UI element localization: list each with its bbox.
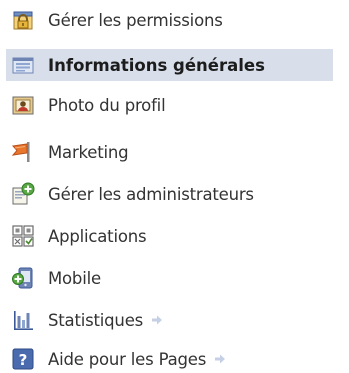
menu-item-label: Applications bbox=[48, 226, 147, 246]
profile-photo-icon bbox=[11, 93, 35, 117]
menu-item-label: Informations générales bbox=[48, 55, 265, 75]
statistics-bars-icon bbox=[11, 308, 35, 332]
menu-item-label: Gérer les permissions bbox=[48, 10, 223, 30]
menu-item-profile-photo[interactable]: Photo du profil bbox=[6, 89, 333, 121]
menu-item-pages-help[interactable]: ? Aide pour les Pages bbox=[6, 343, 333, 373]
page-settings-menu: Gérer les permissions Informations génér… bbox=[0, 0, 349, 373]
arrow-right-icon bbox=[151, 314, 163, 326]
svg-text:?: ? bbox=[19, 351, 28, 369]
menu-item-general-information[interactable]: Informations générales bbox=[6, 49, 333, 81]
menu-item-marketing[interactable]: Marketing bbox=[6, 136, 333, 168]
mobile-phone-icon bbox=[11, 266, 35, 290]
menu-item-label: Mobile bbox=[48, 268, 101, 288]
menu-item-label: Gérer les administrateurs bbox=[48, 184, 254, 204]
marketing-flag-icon bbox=[11, 140, 35, 164]
menu-item-statistics[interactable]: Statistiques bbox=[6, 304, 333, 336]
menu-item-label: Photo du profil bbox=[48, 95, 166, 115]
menu-item-manage-administrators[interactable]: Gérer les administrateurs bbox=[6, 178, 333, 210]
menu-item-label: Statistiques bbox=[48, 310, 144, 330]
help-question-icon: ? bbox=[11, 347, 35, 371]
applications-grid-icon bbox=[11, 224, 35, 248]
arrow-right-icon bbox=[214, 353, 226, 365]
menu-item-mobile[interactable]: Mobile bbox=[6, 262, 333, 294]
menu-item-manage-permissions[interactable]: Gérer les permissions bbox=[6, 4, 333, 36]
menu-item-label: Marketing bbox=[48, 142, 129, 162]
info-card-icon bbox=[11, 53, 35, 77]
menu-item-applications[interactable]: Applications bbox=[6, 220, 333, 252]
menu-item-label: Aide pour les Pages bbox=[48, 349, 207, 369]
add-admin-icon bbox=[11, 182, 35, 206]
padlock-icon bbox=[11, 8, 35, 32]
